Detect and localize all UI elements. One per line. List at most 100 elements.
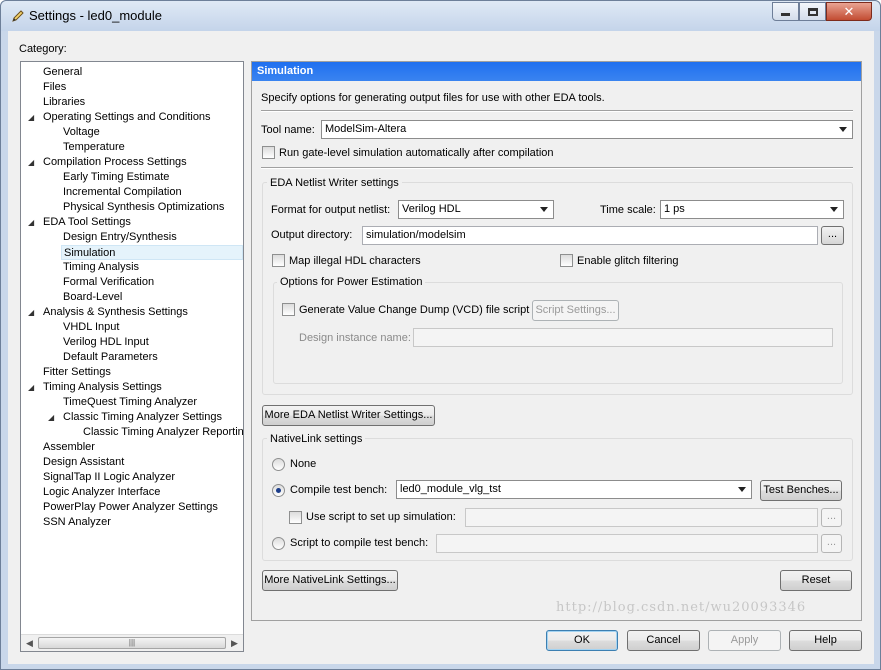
- tree-item-label: Voltage: [63, 126, 100, 138]
- minimize-button[interactable]: [772, 2, 799, 21]
- tool-name-combo[interactable]: ModelSim-Altera: [321, 120, 853, 139]
- window-title: Settings - led0_module: [29, 8, 162, 23]
- use-script-browse-button[interactable]: ...: [821, 508, 842, 527]
- help-button[interactable]: Help: [789, 630, 862, 651]
- dialog-client: Category: General Files Libraries Operating…: [8, 31, 874, 664]
- tree-item[interactable]: PowerPlay Power Analyzer Settings: [41, 500, 218, 515]
- tree-item-label: Timing Analysis Settings: [43, 381, 162, 393]
- tree-item[interactable]: Logic Analyzer Interface: [41, 485, 160, 500]
- tree-item[interactable]: Voltage: [61, 125, 100, 140]
- compile-test-bench-radio[interactable]: [272, 484, 285, 497]
- tree-item-label: VHDL Input: [63, 321, 120, 333]
- tree-item[interactable]: Default Parameters: [61, 350, 158, 365]
- tree-item[interactable]: Design Entry/Synthesis: [61, 230, 177, 245]
- output-dir-browse-button[interactable]: ...: [821, 226, 844, 245]
- tree-item-label: Design Assistant: [43, 456, 125, 468]
- glitch-filter-checkbox[interactable]: [560, 254, 573, 267]
- scrollbar-thumb[interactable]: |||: [38, 637, 226, 649]
- tree-item[interactable]: Board-Level: [61, 290, 122, 305]
- divider: [261, 167, 853, 169]
- use-script-input[interactable]: [465, 508, 818, 527]
- more-nativelink-settings-button[interactable]: More NativeLink Settings...: [262, 570, 398, 591]
- cancel-button[interactable]: Cancel: [627, 630, 700, 651]
- tool-name-value: ModelSim-Altera: [325, 123, 407, 135]
- settings-window: Settings - led0_module ✕ Category: Gener…: [0, 0, 881, 670]
- tree-item[interactable]: Physical Synthesis Optimizations: [61, 200, 224, 215]
- scroll-right-icon[interactable]: ▶: [231, 638, 238, 649]
- tree-item[interactable]: TimeQuest Timing Analyzer: [61, 395, 197, 410]
- tree-item[interactable]: Compilation Process Settings: [41, 155, 187, 170]
- ok-button[interactable]: OK: [546, 630, 618, 651]
- tree-item[interactable]: Files: [41, 80, 66, 95]
- tree-item[interactable]: SSN Analyzer: [41, 515, 111, 530]
- tree-item[interactable]: Operating Settings and Conditions: [41, 110, 211, 125]
- tree-item[interactable]: Simulation: [61, 245, 243, 260]
- tree-item[interactable]: VHDL Input: [61, 320, 119, 335]
- tree-item[interactable]: Verilog HDL Input: [61, 335, 149, 350]
- scroll-left-icon[interactable]: ◀: [26, 638, 33, 649]
- tree-item-label: Logic Analyzer Interface: [43, 486, 161, 498]
- script-settings-button[interactable]: Script Settings...: [532, 300, 619, 321]
- tree-item-label: Formal Verification: [63, 276, 155, 288]
- tree-item-label: SignalTap II Logic Analyzer: [43, 471, 176, 483]
- pen-icon: [12, 10, 24, 22]
- gate-level-checkbox[interactable]: [262, 146, 275, 159]
- tree-item[interactable]: Design Assistant: [41, 455, 124, 470]
- tree-item-label: Fitter Settings: [43, 366, 111, 378]
- nativelink-title: NativeLink settings: [267, 433, 366, 445]
- expand-triangle-icon[interactable]: ◢: [28, 384, 36, 392]
- script-compile-browse-button[interactable]: ...: [821, 534, 842, 553]
- title-bar[interactable]: Settings - led0_module ✕: [1, 1, 880, 31]
- script-compile-radio[interactable]: [272, 537, 285, 550]
- tree-item-label: EDA Tool Settings: [43, 216, 131, 228]
- expand-triangle-icon[interactable]: ◢: [28, 219, 36, 227]
- more-netlist-settings-button[interactable]: More EDA Netlist Writer Settings...: [262, 405, 435, 426]
- gate-level-label: Run gate-level simulation automatically …: [279, 147, 554, 159]
- tree-item[interactable]: Fitter Settings: [41, 365, 111, 380]
- chevron-down-icon: [830, 207, 838, 212]
- category-tree[interactable]: General Files Libraries Operating Settings …: [20, 61, 244, 652]
- tree-item[interactable]: Classic Timing Analyzer Reporting: [81, 425, 243, 440]
- expand-triangle-icon[interactable]: ◢: [28, 309, 36, 317]
- apply-button[interactable]: Apply: [708, 630, 781, 651]
- tree-item[interactable]: Early Timing Estimate: [61, 170, 169, 185]
- test-bench-combo[interactable]: led0_module_vlg_tst: [396, 480, 752, 499]
- tree-item[interactable]: EDA Tool Settings: [41, 215, 131, 230]
- close-button[interactable]: ✕: [826, 2, 872, 21]
- tree-horizontal-scrollbar[interactable]: ◀ ||| ▶: [21, 634, 243, 651]
- tree-item[interactable]: Classic Timing Analyzer Settings: [61, 410, 222, 425]
- tree-item-label: Early Timing Estimate: [63, 171, 170, 183]
- instance-name-input[interactable]: [413, 328, 833, 347]
- tree-item[interactable]: Assembler: [41, 440, 95, 455]
- tree-item[interactable]: General: [41, 65, 82, 80]
- tree-item[interactable]: Temperature: [61, 140, 125, 155]
- use-script-checkbox[interactable]: [289, 511, 302, 524]
- category-label: Category:: [19, 43, 67, 55]
- timescale-combo[interactable]: 1 ps: [660, 200, 844, 219]
- test-bench-value: led0_module_vlg_tst: [400, 483, 501, 495]
- test-benches-button[interactable]: Test Benches...: [760, 480, 842, 501]
- tree-item[interactable]: Incremental Compilation: [61, 185, 182, 200]
- maximize-button[interactable]: [799, 2, 826, 21]
- expand-triangle-icon[interactable]: ◢: [28, 114, 36, 122]
- tree-item[interactable]: Analysis & Synthesis Settings: [41, 305, 188, 320]
- tree-item[interactable]: SignalTap II Logic Analyzer: [41, 470, 175, 485]
- timescale-value: 1 ps: [664, 203, 685, 215]
- tree-item[interactable]: Formal Verification: [61, 275, 154, 290]
- expand-triangle-icon[interactable]: ◢: [28, 159, 36, 167]
- reset-button[interactable]: Reset: [780, 570, 852, 591]
- script-compile-input[interactable]: [436, 534, 818, 553]
- tree-item-label: General: [43, 66, 83, 78]
- expand-triangle-icon[interactable]: ◢: [48, 414, 56, 422]
- tree-item-label: Board-Level: [63, 291, 123, 303]
- tree-item[interactable]: Timing Analysis Settings: [41, 380, 162, 395]
- format-combo[interactable]: Verilog HDL: [398, 200, 554, 219]
- chevron-down-icon: [738, 487, 746, 492]
- none-radio[interactable]: [272, 458, 285, 471]
- tree-item[interactable]: Timing Analysis: [61, 260, 139, 275]
- tree-item-label: Simulation: [64, 247, 116, 259]
- vcd-checkbox[interactable]: [282, 303, 295, 316]
- tree-item[interactable]: Libraries: [41, 95, 85, 110]
- map-illegal-checkbox[interactable]: [272, 254, 285, 267]
- output-dir-input[interactable]: simulation/modelsim: [362, 226, 818, 245]
